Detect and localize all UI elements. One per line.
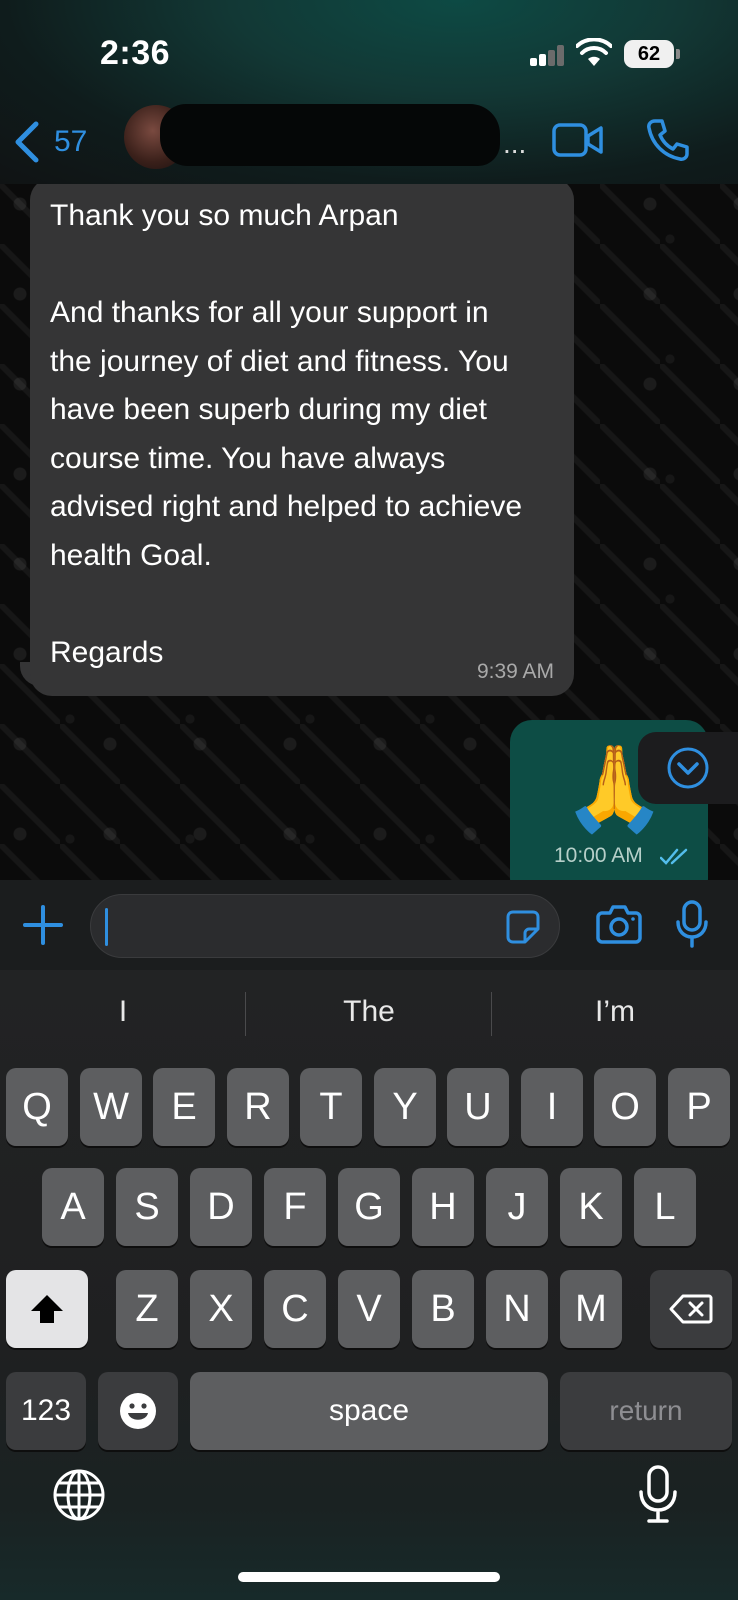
- key-a[interactable]: A: [42, 1168, 104, 1246]
- double-check-icon: [660, 848, 688, 865]
- message-input-bar: [0, 880, 738, 970]
- text-caret: [105, 908, 108, 946]
- key-s[interactable]: S: [116, 1168, 178, 1246]
- backspace-key[interactable]: [650, 1270, 732, 1348]
- key-m[interactable]: M: [560, 1270, 622, 1348]
- wifi-icon: [576, 38, 612, 66]
- message-input[interactable]: [90, 894, 560, 958]
- incoming-message[interactable]: Thank you so much Arpan And thanks for a…: [30, 184, 574, 696]
- emoji-key[interactable]: [98, 1372, 178, 1450]
- outgoing-message-time: 10:00 AM: [554, 844, 643, 867]
- key-w[interactable]: W: [80, 1068, 142, 1146]
- scroll-to-bottom-button[interactable]: [638, 732, 738, 804]
- cellular-signal-icon: [530, 44, 566, 66]
- incoming-message-time: 9:39 AM: [476, 660, 554, 683]
- numbers-key[interactable]: 123: [6, 1372, 86, 1450]
- globe-icon[interactable]: [52, 1468, 106, 1522]
- key-d[interactable]: D: [190, 1168, 252, 1246]
- microphone-icon[interactable]: [674, 900, 710, 948]
- back-chevron-icon: [15, 121, 39, 163]
- video-call-icon[interactable]: [552, 122, 604, 158]
- shift-key[interactable]: [6, 1270, 88, 1348]
- suggestion-1[interactable]: I: [0, 970, 246, 1054]
- camera-icon[interactable]: [596, 904, 642, 944]
- name-ellipsis: ...: [503, 128, 527, 159]
- key-u[interactable]: U: [447, 1068, 509, 1146]
- key-v[interactable]: V: [338, 1270, 400, 1348]
- key-h[interactable]: H: [412, 1168, 474, 1246]
- incoming-message-text: Thank you so much Arpan And thanks for a…: [50, 199, 523, 669]
- plus-icon[interactable]: [22, 904, 64, 946]
- key-l[interactable]: L: [634, 1168, 696, 1246]
- backspace-icon: [669, 1294, 713, 1324]
- key-f[interactable]: F: [264, 1168, 326, 1246]
- contact-name-redacted[interactable]: [160, 104, 500, 166]
- key-e[interactable]: E: [153, 1068, 215, 1146]
- keyboard: I The I’m Q W E R T Y U I O P A S D F G …: [0, 970, 738, 1600]
- unread-count: 57: [54, 125, 88, 158]
- sticker-icon[interactable]: [505, 909, 541, 945]
- battery-tip: [676, 49, 680, 59]
- emoji-icon: [120, 1393, 156, 1429]
- key-q[interactable]: Q: [6, 1068, 68, 1146]
- battery-indicator: 62: [624, 40, 674, 68]
- key-c[interactable]: C: [264, 1270, 326, 1348]
- key-k[interactable]: K: [560, 1168, 622, 1246]
- dictation-icon[interactable]: [636, 1464, 680, 1524]
- chat-area[interactable]: Thank you so much Arpan And thanks for a…: [0, 184, 738, 880]
- key-r[interactable]: R: [227, 1068, 289, 1146]
- chevron-down-circle-icon: [667, 747, 709, 789]
- key-x[interactable]: X: [190, 1270, 252, 1348]
- key-y[interactable]: Y: [374, 1068, 436, 1146]
- key-t[interactable]: T: [300, 1068, 362, 1146]
- suggestion-2[interactable]: The: [246, 970, 492, 1054]
- status-time: 2:36: [100, 34, 171, 72]
- return-key[interactable]: return: [560, 1372, 732, 1450]
- key-n[interactable]: N: [486, 1270, 548, 1348]
- home-indicator[interactable]: [238, 1572, 500, 1582]
- key-g[interactable]: G: [338, 1168, 400, 1246]
- key-i[interactable]: I: [521, 1068, 583, 1146]
- key-j[interactable]: J: [486, 1168, 548, 1246]
- key-z[interactable]: Z: [116, 1270, 178, 1348]
- key-b[interactable]: B: [412, 1270, 474, 1348]
- shift-icon: [31, 1295, 63, 1323]
- chat-header: 2:36 62 57 ...: [0, 0, 738, 184]
- suggestion-3[interactable]: I’m: [492, 970, 738, 1054]
- space-key[interactable]: space: [190, 1372, 548, 1450]
- back-button[interactable]: 57: [12, 118, 100, 166]
- key-o[interactable]: O: [594, 1068, 656, 1146]
- key-p[interactable]: P: [668, 1068, 730, 1146]
- phone-icon[interactable]: [646, 118, 690, 162]
